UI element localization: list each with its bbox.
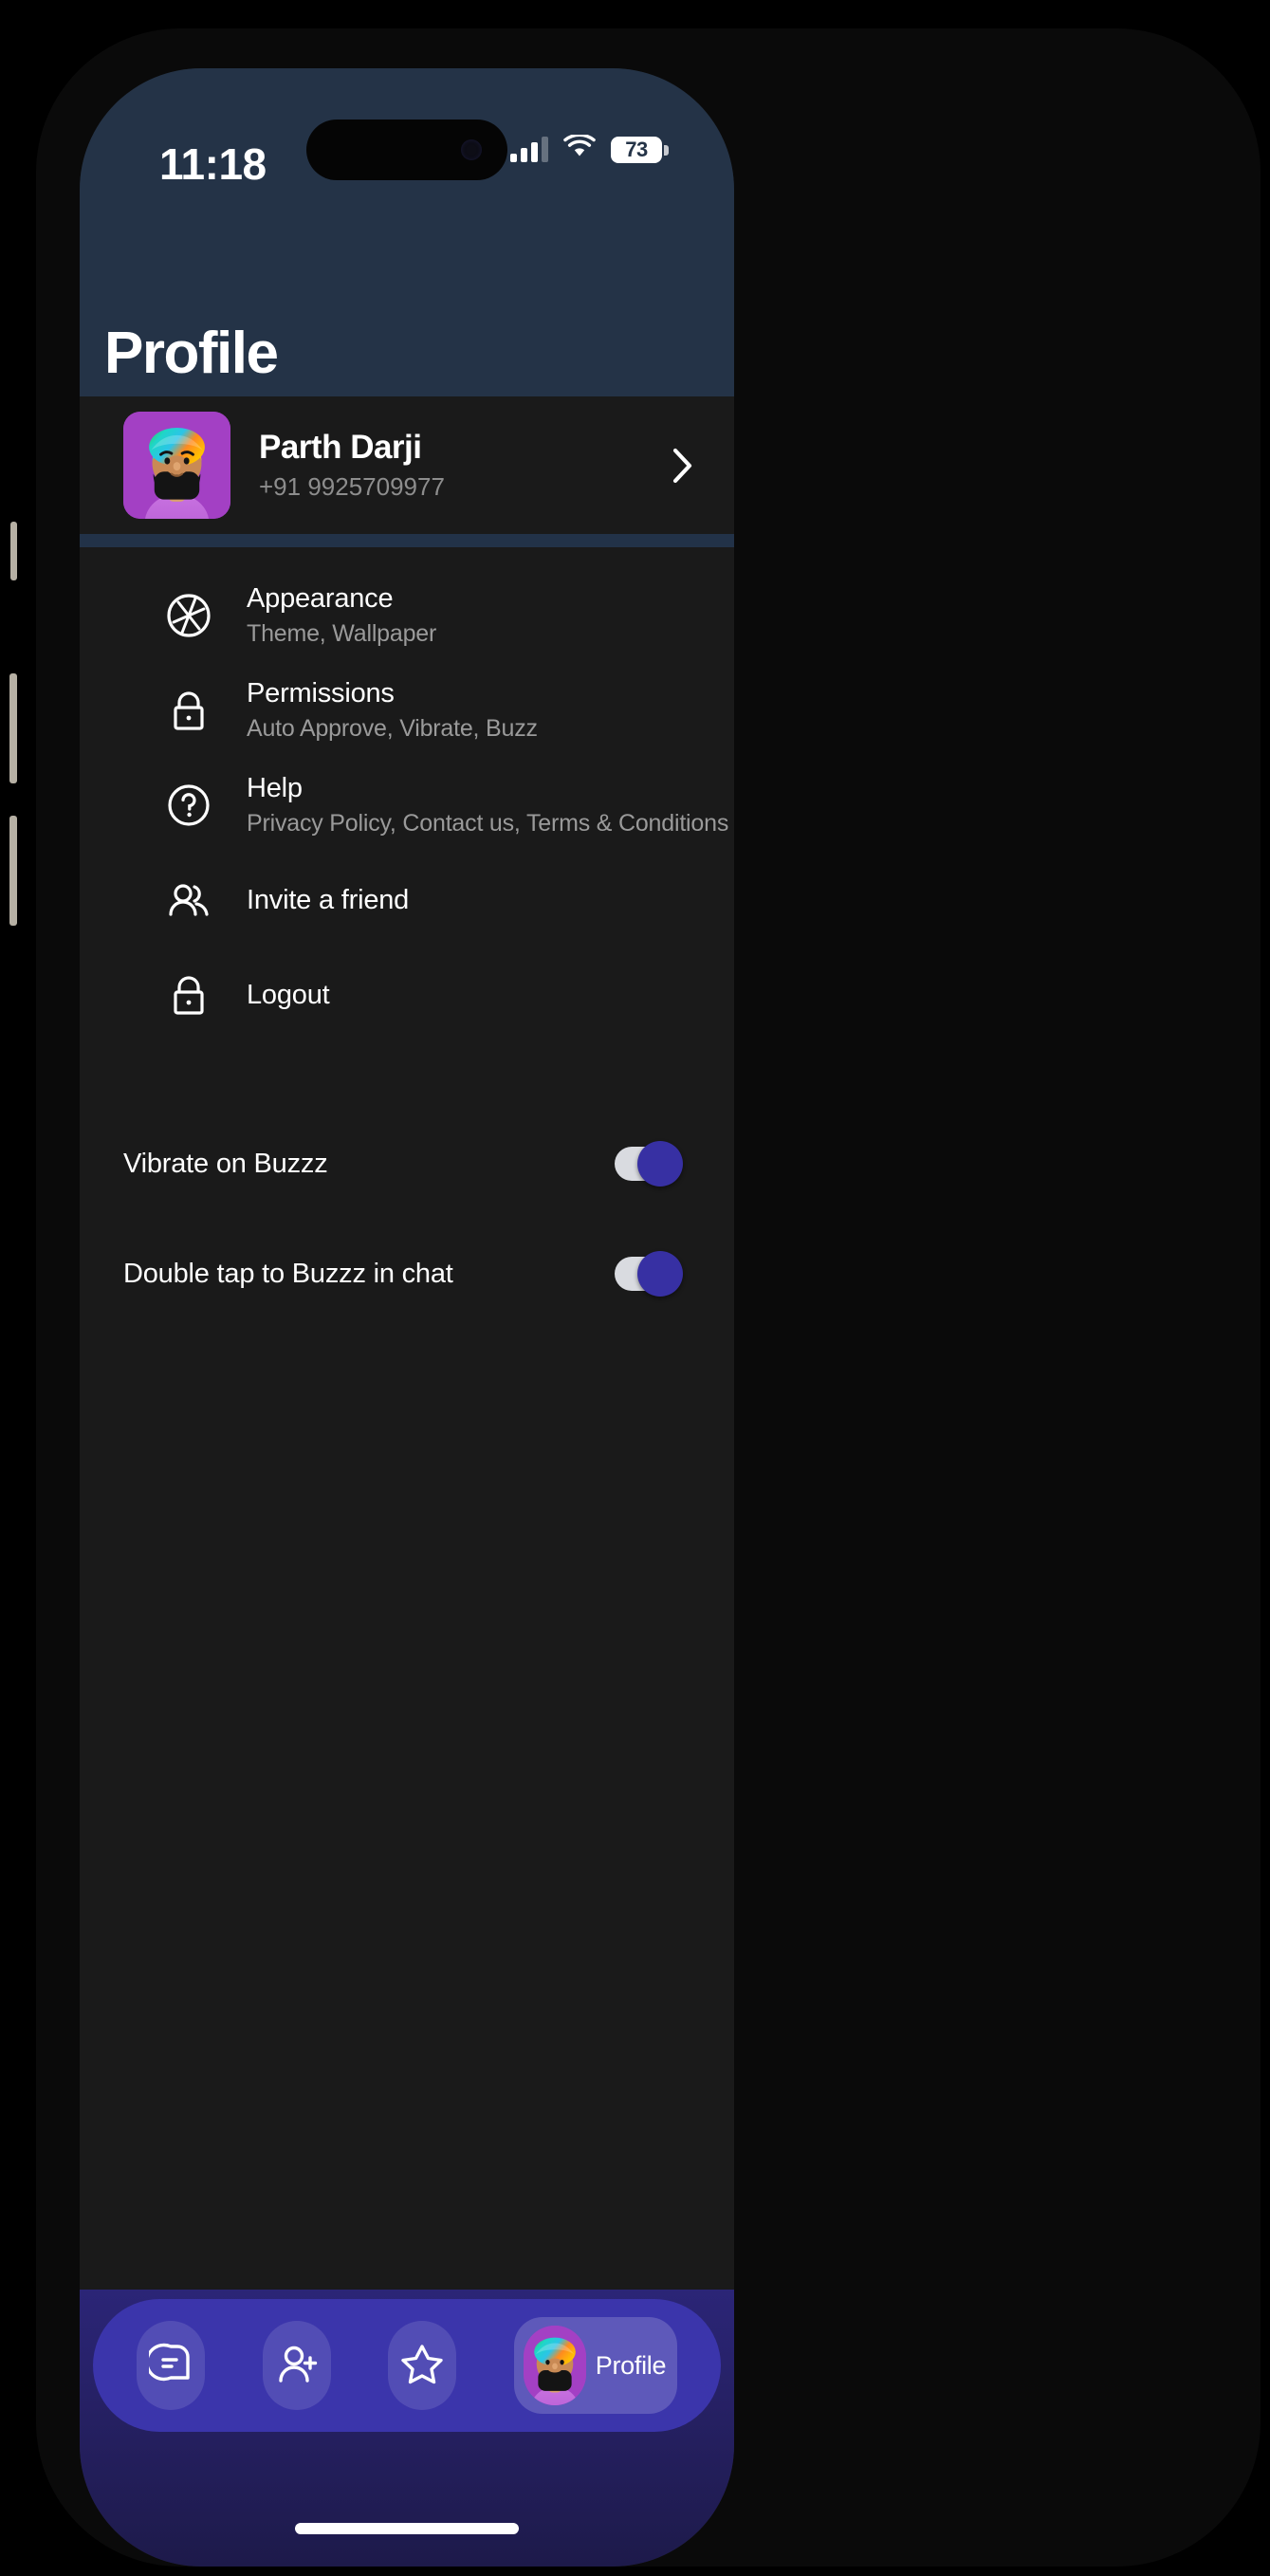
toggle-section: Vibrate on Buzzz Double tap to Buzzz in … <box>80 1109 734 1329</box>
dynamic-island <box>306 120 507 180</box>
toggle-label: Double tap to Buzzz in chat <box>123 1258 453 1289</box>
phone-body: 11:18 73 Profile Parth Darji +91 9925709… <box>36 28 1261 2567</box>
menu-item-title: Invite a friend <box>247 884 410 915</box>
menu-item-title: Appearance <box>247 583 394 614</box>
menu-item-title: Help <box>247 773 303 803</box>
nav-item-chats[interactable] <box>137 2321 206 2410</box>
bottom-navigation-area: Profile <box>80 2290 734 2567</box>
nav-item-add-contact[interactable] <box>262 2321 331 2410</box>
wifi-icon <box>563 133 596 164</box>
chevron-right-icon[interactable] <box>666 448 700 483</box>
settings-menu-list: Appearance Theme, Wallpaper Permissions … <box>80 547 734 1042</box>
menu-item-permissions[interactable]: Permissions Auto Approve, Vibrate, Buzz <box>80 663 734 758</box>
bottom-nav-bar: Profile <box>93 2299 721 2432</box>
header: Profile <box>80 286 734 396</box>
menu-item-labels: Appearance Theme, Wallpaper <box>247 583 436 648</box>
battery-icon: 73 <box>611 136 669 163</box>
menu-item-labels: Invite a friend <box>247 885 409 916</box>
switch-knob <box>637 1141 683 1187</box>
menu-item-invite-a-friend[interactable]: Invite a friend <box>80 853 734 948</box>
switch-knob <box>637 1251 683 1297</box>
double-tap-to-buzzz-switch[interactable] <box>615 1251 683 1297</box>
menu-item-help[interactable]: Help Privacy Policy, Contact us, Terms &… <box>80 758 734 853</box>
nav-item-profile[interactable]: Profile <box>513 2317 677 2414</box>
menu-item-title: Permissions <box>247 678 395 708</box>
toggle-row-vibrate-on-buzzz: Vibrate on Buzzz <box>80 1109 734 1219</box>
aperture-icon <box>163 590 214 641</box>
lock-icon <box>163 969 214 1021</box>
page-title: Profile <box>104 321 279 386</box>
toggle-label: Vibrate on Buzzz <box>123 1148 328 1179</box>
silent-switch[interactable] <box>10 522 17 580</box>
menu-item-subtitle: Theme, Wallpaper <box>247 620 437 647</box>
star-icon <box>400 2342 444 2390</box>
profile-phone: +91 9925709977 <box>259 472 445 501</box>
menu-item-subtitle: Privacy Policy, Contact us, Terms & Cond… <box>247 810 729 837</box>
menu-item-labels: Help Privacy Policy, Contact us, Terms &… <box>247 773 728 837</box>
menu-item-logout[interactable]: Logout <box>80 948 734 1042</box>
home-indicator[interactable] <box>295 2523 519 2534</box>
phone-frame: 11:18 73 Profile Parth Darji +91 9925709… <box>9 9 1261 2567</box>
avatar <box>123 412 230 519</box>
menu-item-appearance[interactable]: Appearance Theme, Wallpaper <box>80 568 734 663</box>
toggle-row-double-tap-to-buzzz: Double tap to Buzzz in chat <box>80 1219 734 1329</box>
nav-item-label: Profile <box>595 2350 667 2380</box>
menu-item-labels: Permissions Auto Approve, Vibrate, Buzz <box>247 678 538 743</box>
nav-item-favorites[interactable] <box>388 2321 457 2410</box>
people-icon <box>163 874 214 926</box>
volume-up-button[interactable] <box>9 673 17 783</box>
status-bar-icons: 73 <box>510 133 669 164</box>
status-time: 11:18 <box>159 139 267 189</box>
battery-level: 73 <box>625 137 648 161</box>
chat-bubble-icon <box>145 2342 193 2390</box>
menu-item-title: Logout <box>247 979 330 1010</box>
vibrate-on-buzzz-switch[interactable] <box>615 1141 683 1187</box>
menu-item-labels: Logout <box>247 980 330 1011</box>
phone-screen: 11:18 73 Profile Parth Darji +91 9925709… <box>80 68 734 2567</box>
avatar <box>523 2326 586 2405</box>
lock-icon <box>163 685 214 736</box>
section-divider <box>80 534 734 547</box>
help-circle-icon <box>163 780 214 831</box>
menu-item-subtitle: Auto Approve, Vibrate, Buzz <box>247 715 538 742</box>
profile-card[interactable]: Parth Darji +91 9925709977 <box>80 396 734 534</box>
add-person-icon <box>275 2342 319 2390</box>
volume-down-button[interactable] <box>9 816 17 926</box>
profile-text-block: Parth Darji +91 9925709977 <box>259 429 666 502</box>
profile-name: Parth Darji <box>259 429 422 466</box>
main-content: Parth Darji +91 9925709977 Appearance Th… <box>80 396 734 2567</box>
front-camera-icon <box>461 139 482 160</box>
cellular-signal-icon <box>510 136 548 162</box>
